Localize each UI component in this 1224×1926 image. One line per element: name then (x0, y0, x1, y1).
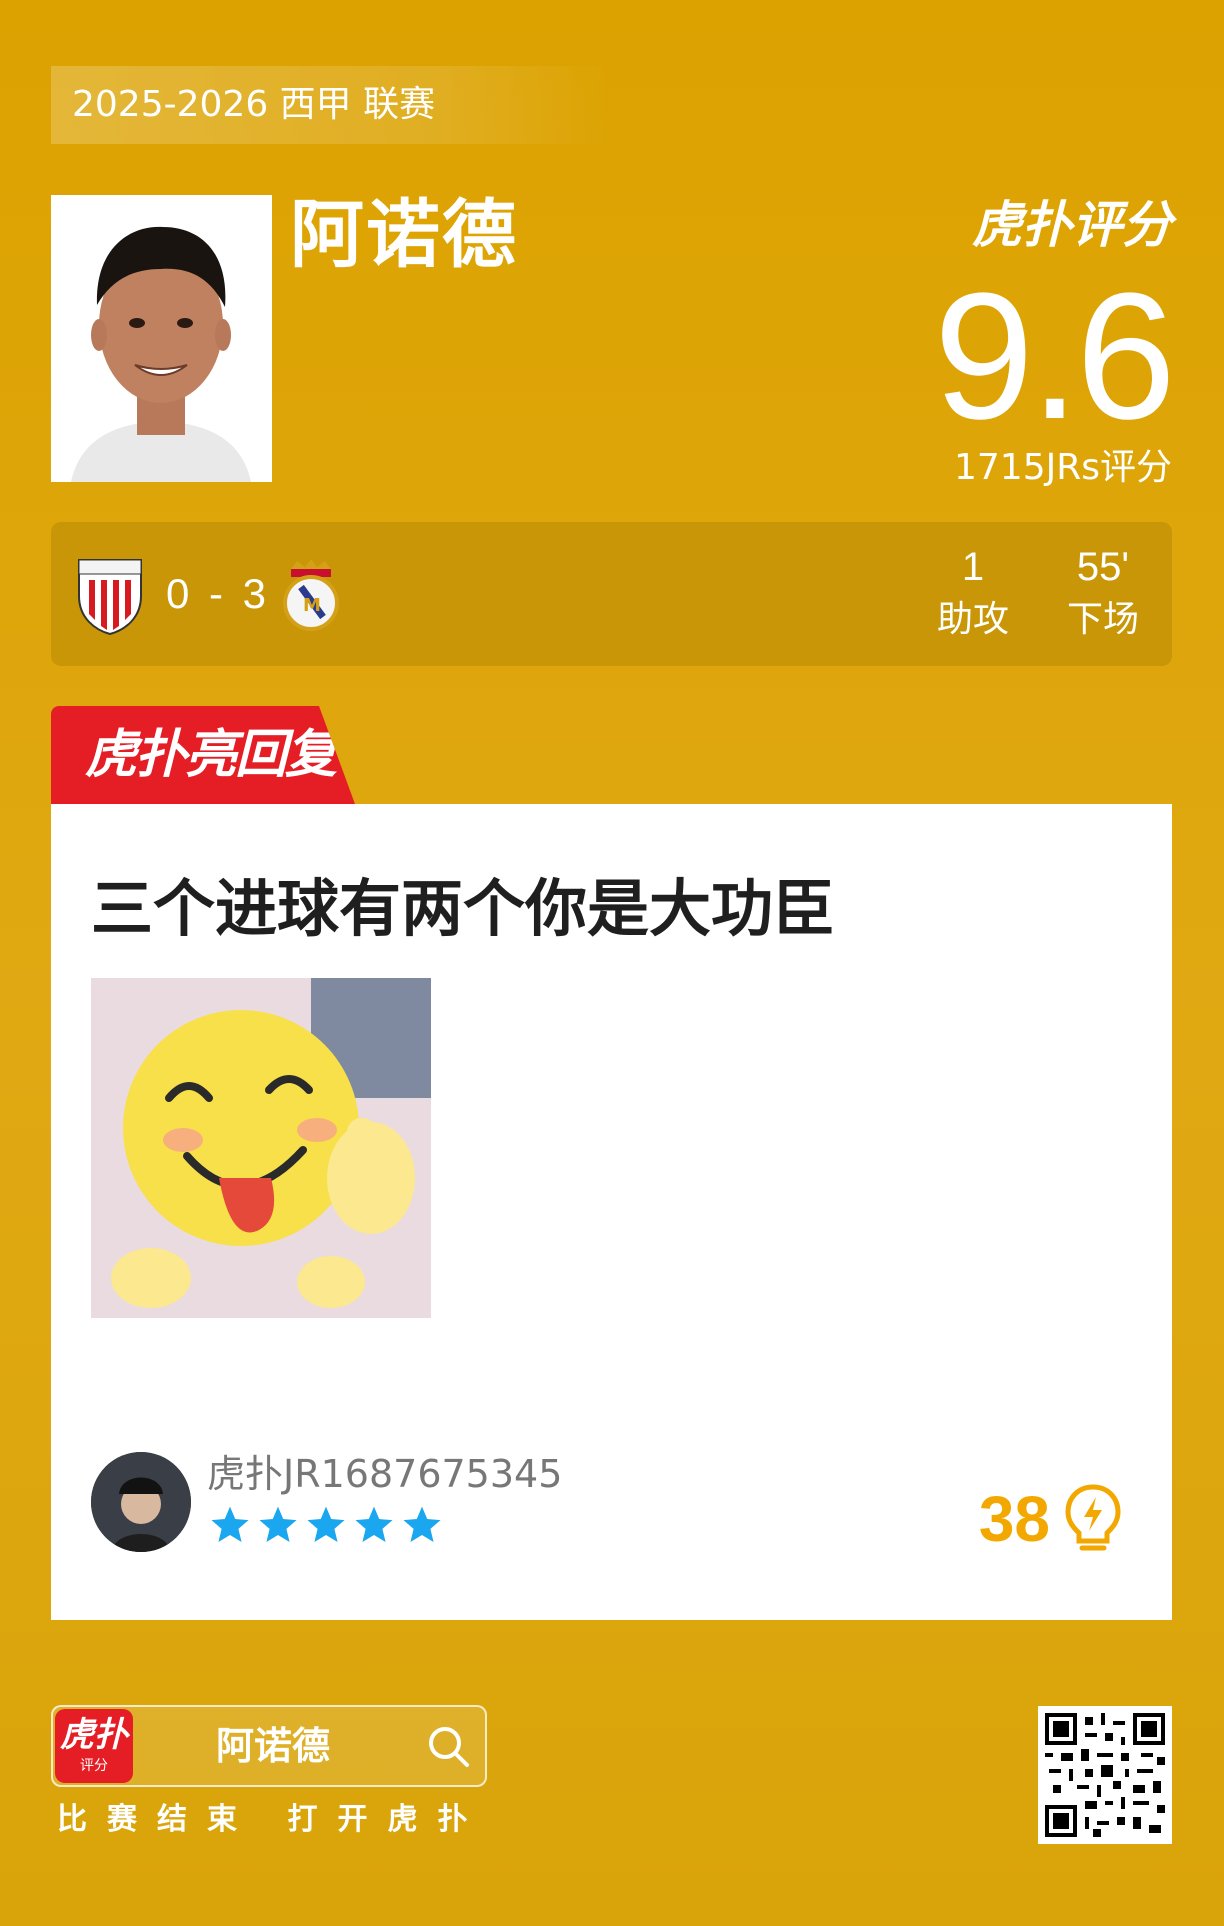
star-icon (355, 1506, 393, 1542)
like-count: 38 (978, 1483, 1050, 1555)
stat-substituted-label: 下场 (1066, 599, 1139, 640)
stat-assists: 1 助攻 (913, 542, 1033, 648)
lightbulb-icon (1065, 1484, 1121, 1551)
avatar-image (91, 1452, 191, 1552)
star-icon (307, 1506, 345, 1542)
season-label: 2025-2026 西甲 联赛 (51, 66, 611, 144)
real-madrid-badge-icon: M (283, 559, 339, 631)
athletic-club-badge-icon (78, 559, 142, 636)
comment-card[interactable]: 三个进球有两个你是大功臣 虎扑JR1687675345 38 (51, 804, 1172, 1620)
user-avatar[interactable] (91, 1452, 191, 1552)
qr-code-image (1045, 1713, 1165, 1837)
like-button[interactable]: 38 (979, 1479, 1122, 1559)
player-score: 9.6 (933, 256, 1176, 457)
hupu-app-icon[interactable]: 虎扑 评分 (55, 1709, 133, 1783)
rating-stars (209, 1504, 443, 1546)
match-summary-bar[interactable]: 0 - 3 M 1 助攻 55' 下场 (51, 522, 1172, 666)
star-icon (259, 1506, 297, 1542)
stat-substituted-value: 55' (1076, 545, 1130, 589)
laughing-emoji-sticker[interactable] (91, 978, 431, 1318)
match-score: 0 - 3 (166, 570, 271, 617)
player-photo (51, 195, 272, 482)
stat-substituted: 55' 下场 (1043, 542, 1163, 648)
star-icon (403, 1506, 441, 1542)
stat-assists-label: 助攻 (936, 599, 1009, 640)
app-icon-subtitle: 评分 (80, 1758, 108, 1774)
player-name: 阿诺德 (290, 192, 518, 278)
rating-brand-logo: 虎扑评分 (972, 196, 1172, 254)
vote-count: 1715JRs评分 (953, 447, 1172, 488)
stat-assists-value: 1 (961, 545, 985, 589)
username[interactable]: 虎扑JR1687675345 (207, 1449, 562, 1499)
search-bar[interactable]: 虎扑 评分 阿诺德 (51, 1705, 487, 1787)
app-icon-title: 虎扑 (60, 1715, 128, 1755)
qr-code (1038, 1706, 1172, 1844)
star-icon (211, 1506, 249, 1542)
search-icon[interactable] (427, 1725, 471, 1769)
highlight-reply-label: 虎扑亮回复 (85, 725, 337, 785)
player-portrait (51, 195, 272, 482)
open-app-prompt: 比赛结束 打开虎扑 (57, 1802, 488, 1837)
svg-text:M: M (303, 595, 321, 616)
highlight-reply-tag: 虎扑亮回复 (51, 706, 355, 804)
search-query: 阿诺德 (215, 1724, 330, 1768)
meme-image (91, 978, 431, 1318)
comment-text: 三个进球有两个你是大功臣 (91, 872, 836, 945)
